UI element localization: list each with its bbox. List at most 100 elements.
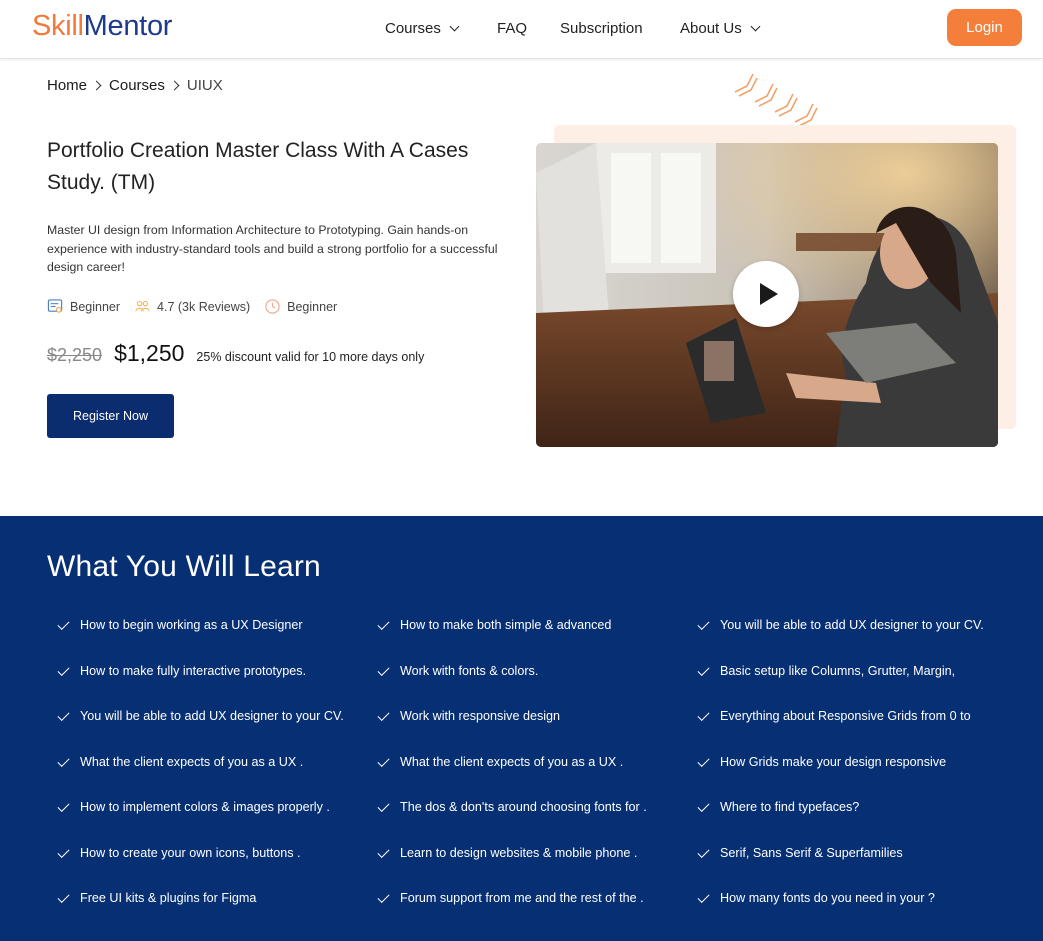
check-icon [57, 617, 70, 631]
check-icon [57, 799, 70, 813]
learn-item-text: What the client expects of you as a UX . [80, 754, 304, 769]
nav-about-label: About Us [680, 20, 742, 37]
check-icon [377, 754, 390, 767]
clock-icon [265, 299, 280, 314]
learn-section: What You Will Learn How to begin working… [0, 516, 1043, 941]
meta-level: Beginner [47, 298, 120, 315]
learn-item-text: How to begin working as a UX Designer [80, 618, 303, 632]
learn-item-text: How many fonts do you need in your ? [720, 891, 935, 905]
course-meta: Beginner 4.7 (3k Reviews) Beginner [47, 298, 351, 315]
check-icon [697, 663, 710, 676]
learn-item: You will be able to add UX designer to y… [56, 708, 376, 755]
play-button[interactable] [733, 261, 799, 327]
meta-rating: 4.7 (3k Reviews) [134, 298, 250, 315]
check-icon [377, 663, 390, 676]
check-icon [377, 617, 390, 631]
main-nav: Courses FAQ Subscription About Us [0, 20, 1043, 40]
learn-item: What the client expects of you as a UX . [376, 754, 696, 801]
learn-item-text: Learn to design websites & mobile phone … [400, 845, 638, 860]
check-icon [57, 890, 70, 904]
learn-item: Everything about Responsive Grids from 0… [696, 708, 1016, 755]
learn-item: How to make fully interactive prototypes… [56, 663, 376, 710]
register-now-button[interactable]: Register Now [47, 394, 174, 438]
learn-item: How to begin working as a UX Designer [56, 617, 376, 664]
learn-item: What the client expects of you as a UX . [56, 754, 376, 801]
breadcrumb-courses[interactable]: Courses [109, 77, 165, 94]
users-icon [135, 300, 150, 312]
learn-column-1: How to begin working as a UX Designer Ho… [56, 617, 376, 937]
learn-item: The dos & don'ts around choosing fonts f… [376, 799, 696, 846]
learn-item: How to implement colors & images properl… [56, 799, 376, 846]
learn-item: How Grids make your design responsive [696, 754, 1016, 801]
learn-item: Where to find typefaces? [696, 799, 1016, 846]
learn-item-text: The dos & don'ts around choosing fonts f… [400, 800, 647, 814]
check-icon [697, 754, 710, 767]
check-icon [57, 754, 70, 767]
learn-item-text: Where to find typefaces? [720, 800, 860, 814]
learn-item-text: Basic setup like Columns, Grutter, Margi… [720, 663, 956, 678]
check-icon [57, 663, 70, 676]
learn-item-text: Everything about Responsive Grids from 0… [720, 709, 971, 723]
discount-note: 25% discount valid for 10 more days only [196, 350, 425, 364]
check-icon [697, 617, 710, 631]
learn-item: Forum support from me and the rest of th… [376, 890, 696, 937]
learn-item: Work with responsive design [376, 708, 696, 755]
meta-level-label: Beginner [70, 299, 121, 314]
nav-subscription[interactable]: Subscription [560, 20, 643, 37]
learn-item-text: How to make both simple & advanced [400, 618, 612, 632]
check-icon [57, 845, 70, 858]
course-description: Master UI design from Information Archit… [47, 223, 498, 274]
learn-item-text: How to make fully interactive prototypes… [80, 663, 307, 678]
certificate-icon [47, 299, 63, 313]
learn-item-text: How Grids make your design responsive [720, 754, 947, 769]
learn-item-text: Free UI kits & plugins for Figma [80, 891, 257, 905]
play-icon [759, 283, 778, 305]
learn-item-text: Forum support from me and the rest of th… [400, 891, 644, 905]
check-icon [377, 708, 390, 722]
chevron-right-icon [169, 80, 180, 91]
price-row: $2,250 $1,250 25% discount valid for 10 … [47, 340, 424, 367]
learn-item-text: Work with responsive design [400, 709, 561, 723]
course-title: Portfolio Creation Master Class With A C… [47, 139, 469, 194]
nav-faq[interactable]: FAQ [497, 20, 527, 37]
nav-courses[interactable]: Courses [385, 20, 460, 37]
breadcrumb: Home Courses UIUX [47, 77, 223, 94]
learn-item-text: How to implement colors & images properl… [80, 800, 330, 814]
nav-subscription-label: Subscription [560, 20, 643, 37]
meta-rating-label: 4.7 (3k Reviews) [157, 299, 251, 314]
breadcrumb-current: UIUX [186, 77, 223, 94]
check-icon [57, 708, 70, 722]
meta-duration: Beginner [264, 298, 337, 315]
chevron-right-icon [91, 80, 102, 91]
meta-duration-label: Beginner [287, 299, 338, 314]
nav-about[interactable]: About Us [680, 20, 761, 37]
learn-item: Learn to design websites & mobile phone … [376, 845, 696, 892]
learn-item-text: How to create your own icons, buttons . [80, 845, 301, 860]
site-header: SkillMentor Courses FAQ Subscription Abo… [0, 0, 1043, 59]
learn-item-text: What the client expects of you as a UX . [400, 754, 624, 769]
learn-column-2: How to make both simple & advanced Work … [376, 617, 696, 937]
learn-item-text: You will be able to add UX designer to y… [720, 618, 984, 632]
check-icon [697, 708, 710, 722]
learn-item: You will be able to add UX designer to y… [696, 617, 1016, 664]
learn-item: Basic setup like Columns, Grutter, Margi… [696, 663, 1016, 710]
price-original: $2,250 [47, 345, 103, 365]
course-preview-video[interactable] [536, 143, 998, 447]
learn-item-text: Serif, Sans Serif & Superfamilies [720, 845, 903, 860]
learn-item: Free UI kits & plugins for Figma [56, 890, 376, 937]
learn-item: How to make both simple & advanced [376, 617, 696, 664]
breadcrumb-home[interactable]: Home [47, 77, 87, 94]
nav-faq-label: FAQ [497, 20, 528, 37]
login-button[interactable]: Login [947, 9, 1022, 46]
learn-item: How many fonts do you need in your ? [696, 890, 1016, 937]
chevron-down-icon [449, 21, 460, 32]
check-icon [377, 845, 390, 858]
learn-item-text: You will be able to add UX designer to y… [80, 709, 344, 723]
check-icon [697, 890, 710, 904]
check-icon [377, 799, 390, 813]
learn-title: What You Will Learn [47, 550, 321, 583]
chevron-down-icon [750, 21, 761, 32]
learn-item-text: Work with fonts & colors. [400, 663, 539, 678]
check-icon [697, 799, 710, 813]
check-icon [377, 890, 390, 904]
